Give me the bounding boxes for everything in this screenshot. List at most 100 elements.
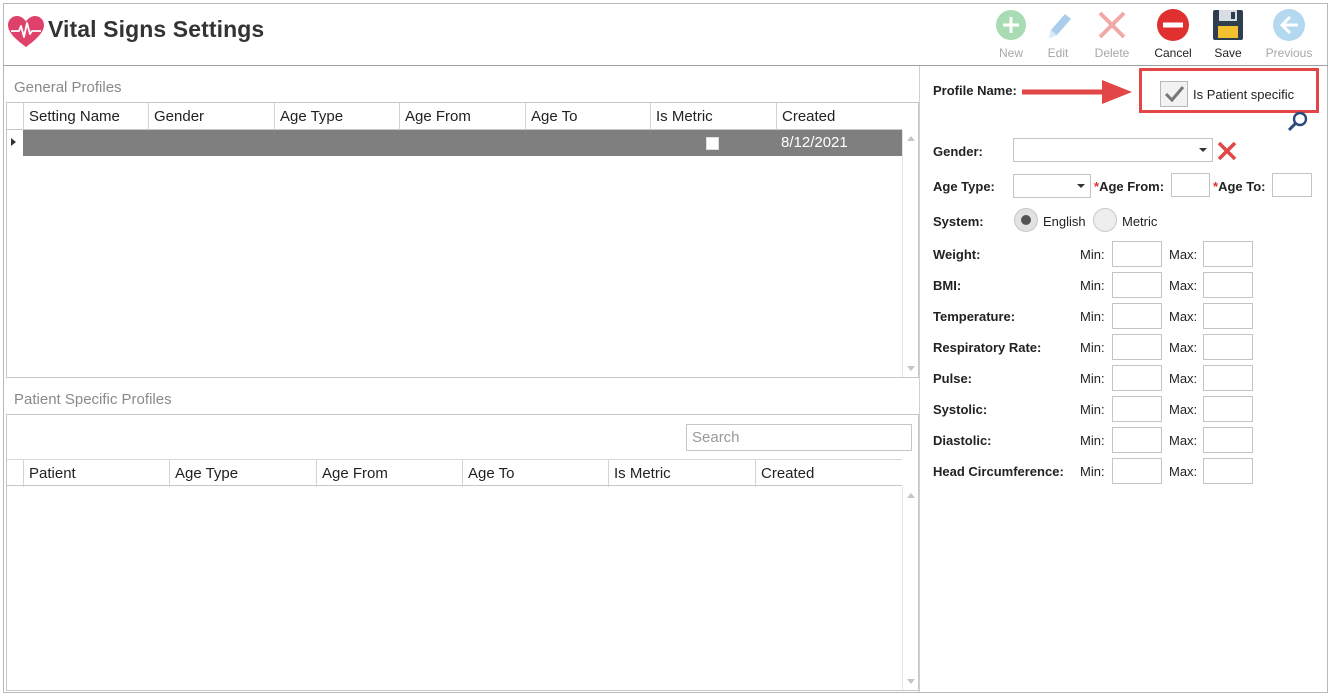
- clear-x-icon[interactable]: [1216, 140, 1238, 162]
- english-radio[interactable]: [1014, 208, 1038, 232]
- column-age-type[interactable]: Age Type: [274, 103, 399, 130]
- pulse-label: Pulse:: [933, 371, 973, 386]
- cancel-button[interactable]: Cancel: [1145, 6, 1201, 62]
- save-label: Save: [1214, 46, 1242, 60]
- min-label: Min:: [1080, 402, 1105, 417]
- weight-min-input[interactable]: [1112, 241, 1162, 267]
- min-label: Min:: [1080, 464, 1105, 479]
- gender-select[interactable]: [1013, 138, 1213, 162]
- head-circumference-min-input[interactable]: [1112, 458, 1162, 484]
- age-to-label: *Age To:: [1213, 179, 1265, 194]
- max-label: Max:: [1169, 247, 1198, 262]
- age-to-input[interactable]: [1272, 173, 1312, 197]
- heart-pulse-icon: [8, 16, 44, 47]
- column-created[interactable]: Created: [776, 103, 902, 130]
- column-age-to[interactable]: Age To: [462, 460, 608, 487]
- edit-button[interactable]: Edit: [1030, 6, 1086, 62]
- patient-profiles-title: Patient Specific Profiles: [14, 391, 172, 408]
- temperature-min-input[interactable]: [1112, 303, 1162, 329]
- search-magnifier-icon[interactable]: [1287, 110, 1309, 132]
- cell-age-from: [399, 130, 525, 156]
- metric-radio[interactable]: [1093, 208, 1117, 232]
- page-title: Vital Signs Settings: [48, 16, 265, 42]
- systolic-min-input[interactable]: [1112, 396, 1162, 422]
- weight-max-input[interactable]: [1203, 241, 1253, 267]
- previous-button[interactable]: Previous: [1261, 6, 1317, 62]
- temperature-max-input[interactable]: [1203, 303, 1253, 329]
- pulse-max-input[interactable]: [1203, 365, 1253, 391]
- max-label: Max:: [1169, 433, 1198, 448]
- diastolic-max-input[interactable]: [1203, 427, 1253, 453]
- cell-setting-name: [23, 130, 148, 156]
- column-is-metric[interactable]: Is Metric: [650, 103, 776, 130]
- pulse-min-input[interactable]: [1112, 365, 1162, 391]
- min-label: Min:: [1080, 309, 1105, 324]
- scroll-up-icon[interactable]: [907, 136, 915, 141]
- general-grid-scrollbar[interactable]: [902, 130, 918, 377]
- cell-created: 8/12/2021: [781, 134, 848, 151]
- weight-label: Weight:: [933, 247, 981, 262]
- delete-button[interactable]: Delete: [1084, 6, 1140, 62]
- general-profiles-grid[interactable]: Setting Name Gender Age Type Age From Ag…: [6, 102, 919, 378]
- respiratory-rate-max-input[interactable]: [1203, 334, 1253, 360]
- chevron-down-icon: [1199, 148, 1207, 152]
- bmi-label: BMI:: [933, 278, 962, 293]
- max-label: Max:: [1169, 464, 1198, 479]
- patient-grid-header: Patient Age Type Age From Age To Is Metr…: [7, 459, 902, 487]
- current-row-indicator-icon: [11, 138, 16, 146]
- column-created[interactable]: Created: [755, 460, 902, 487]
- save-button[interactable]: Save: [1200, 6, 1256, 62]
- scroll-up-icon[interactable]: [907, 493, 915, 498]
- column-gender[interactable]: Gender: [148, 103, 274, 130]
- no-entry-icon: [1157, 9, 1189, 41]
- age-type-select[interactable]: [1013, 174, 1091, 198]
- table-row[interactable]: 8/12/2021: [23, 130, 902, 156]
- bmi-min-input[interactable]: [1112, 272, 1162, 298]
- scroll-down-icon[interactable]: [907, 366, 915, 371]
- floppy-disk-icon: [1213, 10, 1243, 40]
- patient-grid-scrollbar[interactable]: [902, 487, 918, 690]
- respiratory-rate-label: Respiratory Rate:: [933, 340, 1042, 355]
- age-type-label: Age Type:: [933, 179, 995, 194]
- max-label: Max:: [1169, 278, 1198, 293]
- diastolic-min-input[interactable]: [1112, 427, 1162, 453]
- min-label: Min:: [1080, 247, 1105, 262]
- is-patient-specific-label: Is Patient specific: [1193, 87, 1295, 102]
- cell-age-to: [525, 130, 650, 156]
- general-profiles-title: General Profiles: [14, 79, 122, 96]
- checkmark-icon: [1164, 86, 1185, 103]
- column-age-from[interactable]: Age From: [399, 103, 525, 130]
- is-patient-specific-checkbox[interactable]: [1160, 81, 1188, 107]
- column-setting-name[interactable]: Setting Name: [23, 103, 148, 130]
- patient-profiles-grid[interactable]: Patient Age Type Age From Age To Is Metr…: [6, 414, 919, 691]
- systolic-max-input[interactable]: [1203, 396, 1253, 422]
- age-from-label: *Age From:: [1094, 179, 1164, 194]
- respiratory-rate-min-input[interactable]: [1112, 334, 1162, 360]
- chevron-down-icon: [1077, 184, 1085, 188]
- x-icon: [1098, 11, 1126, 39]
- systolic-label: Systolic:: [933, 402, 988, 417]
- age-from-input[interactable]: [1171, 173, 1210, 197]
- column-age-from[interactable]: Age From: [316, 460, 462, 487]
- search-input[interactable]: [686, 424, 912, 451]
- metric-radio-label: Metric: [1122, 214, 1158, 229]
- min-label: Min:: [1080, 340, 1105, 355]
- max-label: Max:: [1169, 309, 1198, 324]
- delete-label: Delete: [1094, 46, 1130, 60]
- column-age-type[interactable]: Age Type: [169, 460, 316, 487]
- column-patient[interactable]: Patient: [23, 460, 169, 487]
- annotation-arrow-icon: [1022, 80, 1132, 104]
- back-arrow-icon: [1273, 9, 1305, 41]
- column-age-to[interactable]: Age To: [525, 103, 650, 130]
- general-grid-header: Setting Name Gender Age Type Age From Ag…: [7, 103, 902, 130]
- max-label: Max:: [1169, 402, 1198, 417]
- panel-divider: [919, 66, 920, 692]
- head-circumference-max-input[interactable]: [1203, 458, 1253, 484]
- age-to-text: Age To:: [1218, 179, 1266, 194]
- is-metric-checkbox[interactable]: [706, 137, 719, 150]
- temperature-label: Temperature:: [933, 309, 1016, 324]
- bmi-max-input[interactable]: [1203, 272, 1253, 298]
- column-is-metric[interactable]: Is Metric: [608, 460, 755, 487]
- scroll-down-icon[interactable]: [907, 679, 915, 684]
- previous-label: Previous: [1265, 46, 1313, 60]
